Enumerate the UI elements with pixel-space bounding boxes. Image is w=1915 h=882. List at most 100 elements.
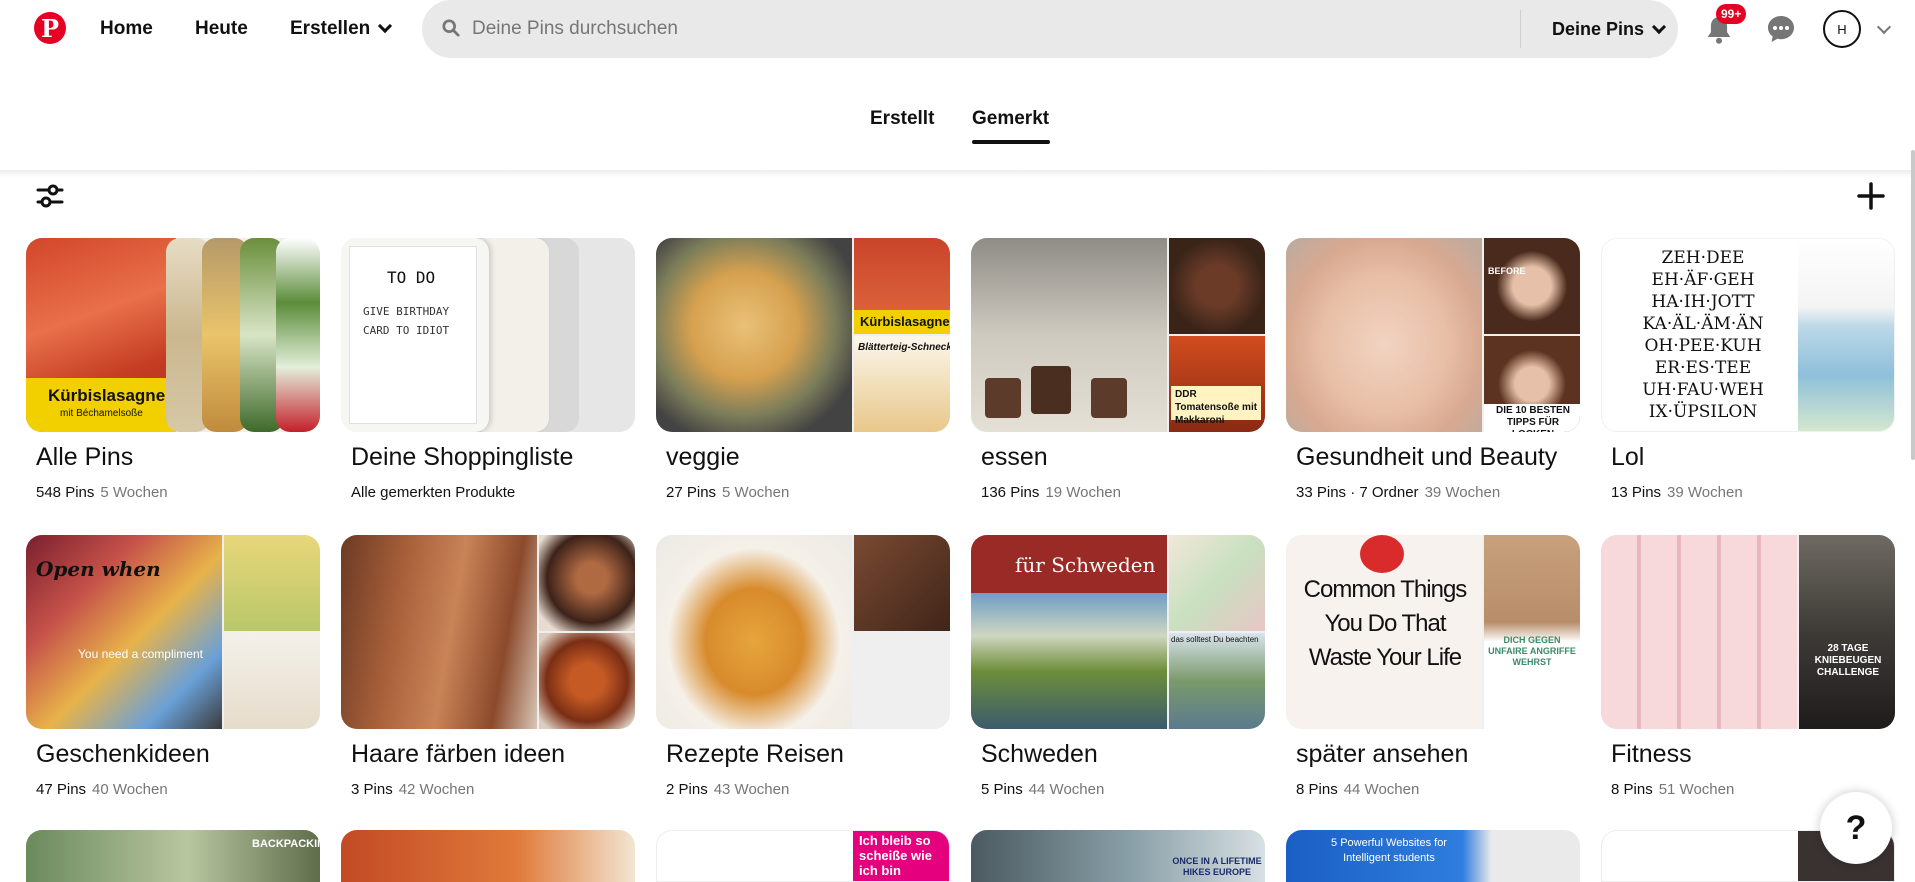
search-input[interactable] [472,0,1472,58]
board-title: Geschenkideen [36,740,210,768]
cover-image [341,535,537,729]
pinterest-logo-icon[interactable]: P [34,12,66,44]
board-meta: Alle gemerkten Produkte [351,484,515,501]
board-age: 5 Wochen [722,484,790,501]
notification-badge: 99+ [1716,4,1747,24]
nav-erstellen[interactable]: Erstellen [290,18,393,40]
board-title: veggie [666,443,740,471]
board-title: Rezepte Reisen [666,740,844,768]
cover-title: DIE 10 BESTEN TIPPS FÜR LOCKEN [1496,405,1570,432]
cover-title: für Schweden [1015,553,1156,577]
cover-subtitle: mit Béchamelsoße [60,408,143,419]
board-cover[interactable]: ZEH·DEE EH·ÄF·GEH HA·IH·JOTT KA·ÄL·ÄM·ÄN… [1601,238,1895,432]
pin-count: 5 Pins [981,781,1023,798]
account-chevron-down-icon[interactable] [1876,19,1892,35]
board-cover[interactable]: Common Things You Do That Waste Your Lif… [1286,535,1580,729]
pin-count: 47 Pins [36,781,87,798]
tab-gemerkt[interactable]: Gemerkt [972,108,1049,130]
board-cover[interactable] [341,535,635,729]
board-age: 51 Wochen [1658,781,1735,798]
filter-icon[interactable] [36,182,64,210]
cover-image [1169,238,1265,334]
cover-title: 5 Powerful Websites for Intelligent stud… [1331,837,1447,864]
cover-title: Kürbislasagne [48,386,166,405]
board-cover[interactable]: 28 TAGE KNIEBEUGEN CHALLENGE [1601,535,1895,729]
board-title: Gesundheit und Beauty [1296,443,1558,471]
cover-title: ZEH·DEE EH·ÄF·GEH HA·IH·JOTT KA·ÄL·ÄM·ÄN… [1642,248,1764,422]
pin-count: 8 Pins [1611,781,1653,798]
board-cover[interactable]: Open when You need a compliment [26,535,320,729]
pin-count: 136 Pins [981,484,1040,501]
board-age: 39 Wochen [1667,484,1743,501]
board-age: 42 Wochen [398,781,475,798]
cover-image [854,535,950,631]
search-scope-dropdown[interactable]: Deine Pins [1552,19,1667,40]
board-cover-peek[interactable]: ONCE IN A LIFETIME HIKES EUROPE [971,830,1265,882]
board-age: 19 Wochen [1045,484,1121,501]
board-meta: 47 Pins 40 Wochen [36,781,168,798]
board-cover[interactable]: TO DO GIVE BIRTHDAY CARD TO IDIOT [341,238,635,432]
board-cover[interactable]: Kürbislasagne Blätterteig-Schnecken [656,238,950,432]
tab-erstellt[interactable]: Erstellt [870,108,934,130]
board-meta: 2 Pins 43 Wochen [666,781,789,798]
chat-icon[interactable] [1766,14,1796,44]
board-age: 39 Wochen [1424,484,1501,501]
cover-title: TO DO [387,268,436,287]
top-bar: P Home Heute Erstellen Deine Pins 99+ H [0,0,1915,60]
board-title: Fitness [1611,740,1692,768]
search-bar: Deine Pins [422,0,1678,58]
board-cover-peek[interactable] [341,830,635,882]
cover-image [539,633,635,729]
cover-image [1601,535,1797,729]
board-meta: 13 Pins 39 Wochen [1611,484,1743,501]
board-meta: 27 Pins 5 Wochen [666,484,789,501]
cover-title: ONCE IN A LIFETIME HIKES EUROPE [1172,856,1262,877]
board-cover[interactable] [656,535,950,729]
cover-image [224,535,320,631]
board-age: 44 Wochen [1028,781,1105,798]
cover-image [1798,239,1894,431]
avatar[interactable]: H [1823,10,1861,48]
cover-title: Kürbislasagne [860,314,950,329]
cover-image [224,633,320,729]
page-scrollbar[interactable] [1911,150,1915,460]
help-icon: ? [1845,808,1867,847]
board-title: Haare färben ideen [351,740,566,768]
board-cover[interactable]: Kürbislasagne mit Béchamelsoße [26,238,320,432]
active-tab-indicator [972,140,1050,144]
board-meta: 8 Pins 44 Wochen [1296,781,1419,798]
board-cover-peek[interactable]: BACKPACKING [26,830,320,882]
board-meta: 136 Pins 19 Wochen [981,484,1121,501]
pin-count: 27 Pins [666,484,717,501]
profile-tabs: Erstellt Gemerkt [0,108,1915,148]
cover-image [1484,535,1580,729]
search-scope-label: Deine Pins [1552,19,1645,39]
board-cover[interactable]: DDR Tomatensoße mit Makkaroni [971,238,1265,432]
search-divider [1520,10,1521,48]
pin-count: 548 Pins [36,484,95,501]
board-cover-peek[interactable]: 5 Powerful Websites for Intelligent stud… [1286,830,1580,882]
cover-title: 28 TAGE KNIEBEUGEN CHALLENGE [1814,643,1882,678]
nav-erstellen-label: Erstellen [290,18,371,39]
nav-heute[interactable]: Heute [195,18,248,40]
toolbar-divider [0,170,1915,178]
cover-image [985,378,1021,418]
board-subtitle: Alle gemerkten Produkte [351,484,516,501]
pin-count: 13 Pins [1611,484,1662,501]
chevron-down-icon [1651,19,1667,34]
nav-home[interactable]: Home [100,18,153,40]
board-cover[interactable]: für Schweden das solltest Du beachten [971,535,1265,729]
pin-count: 8 Pins [1296,781,1338,798]
help-button[interactable]: ? [1820,792,1892,864]
board-meta: 8 Pins 51 Wochen [1611,781,1734,798]
cover-title: Common Things You Do That Waste Your Lif… [1303,576,1468,671]
pin-count: 2 Pins [666,781,708,798]
cover-subtitle: GIVE BIRTHDAY CARD TO IDIOT [363,305,450,337]
board-age: 40 Wochen [92,781,168,798]
board-meta: 548 Pins 5 Wochen [36,484,168,501]
board-cover[interactable]: BEFORE DIE 10 BESTEN TIPPS FÜR LOCKEN [1286,238,1580,432]
board-title: essen [981,443,1048,471]
cover-image [1091,378,1127,418]
plus-icon[interactable] [1857,182,1885,210]
board-cover-peek[interactable]: Ich bleib so scheiße wie ich bin [656,830,950,882]
